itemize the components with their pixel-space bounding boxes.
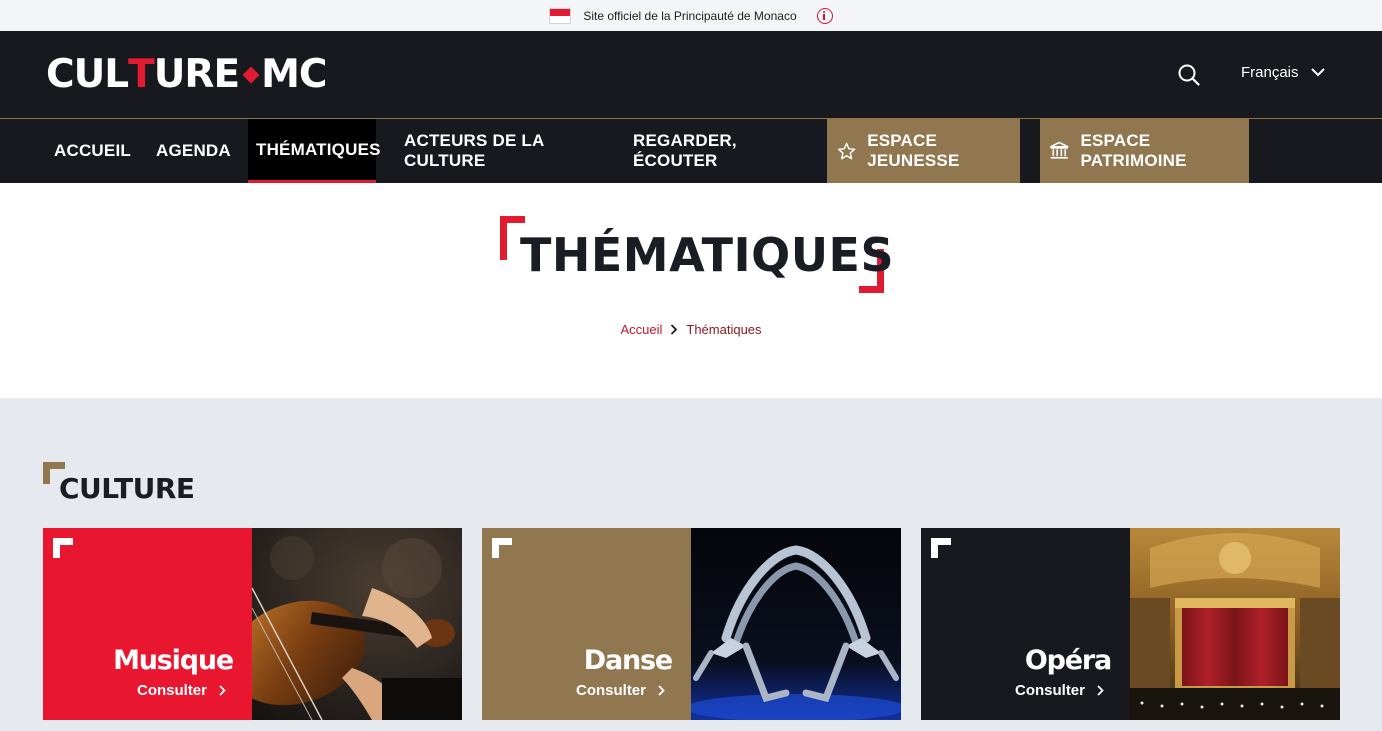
museum-icon (1049, 141, 1069, 159)
violin-photo (252, 528, 462, 720)
logo-text: MC (261, 52, 327, 97)
chevron-right-icon (658, 685, 665, 696)
info-icon[interactable] (816, 7, 833, 24)
official-site-bar: Site officiel de la Principauté de Monac… (0, 0, 1382, 31)
search-button[interactable] (1178, 64, 1200, 86)
card-title: Musique (113, 645, 234, 676)
nav-item-label: THÉMATIQUES (256, 139, 381, 159)
dancers-photo (691, 528, 901, 720)
consult-link[interactable]: Consulter (137, 682, 226, 699)
language-label: Français (1241, 64, 1299, 81)
card-title: Danse (583, 645, 673, 676)
chevron-right-icon (671, 324, 678, 335)
nav-item-agenda[interactable]: AGENDA (145, 119, 234, 183)
breadcrumb-current: Thématiques (686, 322, 762, 337)
search-icon (1178, 64, 1200, 86)
corner-accent-icon (492, 538, 512, 558)
logo-text: CUL (46, 52, 129, 97)
nav-item-espace-jeunesse[interactable]: ESPACE JEUNESSE (827, 119, 1020, 183)
nav-item-label: ESPACE JEUNESSE (867, 131, 960, 170)
official-site-text: Site officiel de la Principauté de Monac… (583, 8, 797, 23)
nav-item-accueil[interactable]: ACCUEIL (43, 119, 132, 183)
nav-item-label: ACCUEIL (54, 141, 131, 160)
chevron-down-icon (1310, 68, 1325, 77)
diamond-icon (242, 66, 260, 84)
breadcrumb: Accueil Thématiques (0, 322, 1382, 337)
nav-item-label: ESPACE PATRIMOINE (1080, 131, 1187, 170)
card-panel: Musique Consulter (43, 528, 252, 720)
card-opera[interactable]: Opéra Consulter (921, 528, 1340, 720)
logo-text: URE (153, 52, 240, 97)
nav-item-thematiques[interactable]: THÉMATIQUES (248, 119, 380, 183)
card-musique[interactable]: Musique Consulter (43, 528, 462, 720)
consult-link[interactable]: Consulter (1015, 682, 1104, 699)
corner-accent-icon (931, 538, 951, 558)
consult-link-label: Consulter (575, 682, 646, 699)
nav-item-regarder-ecouter[interactable]: REGARDER, ÉCOUTER (622, 119, 812, 183)
card-panel: Danse Consulter (482, 528, 691, 720)
nav-item-label: ACTEURS DE LA CULTURE (404, 131, 544, 170)
section-title: CULTURE (59, 472, 195, 505)
card-danse[interactable]: Danse Consulter (482, 528, 901, 720)
nav-item-espace-patrimoine[interactable]: ESPACE PATRIMOINE (1040, 119, 1249, 183)
main-nav: ACCUEIL AGENDA THÉMATIQUES ACTEURS DE LA… (0, 119, 1382, 183)
card-title: Opéra (1024, 645, 1112, 676)
site-header: CUL T URE MC Français (0, 31, 1382, 118)
logo-text-accent: T (128, 52, 155, 97)
language-selector[interactable]: Français (1241, 64, 1325, 81)
corner-accent-icon (53, 538, 73, 558)
chevron-right-icon (219, 685, 226, 696)
section-heading: CULTURE (43, 462, 243, 506)
breadcrumb-home-link[interactable]: Accueil (620, 322, 662, 337)
consult-link[interactable]: Consulter (576, 682, 665, 699)
card-panel: Opéra Consulter (921, 528, 1130, 720)
culture-mc-logo[interactable]: CUL T URE MC (46, 52, 328, 97)
consult-link-label: Consulter (136, 682, 207, 699)
page-title: THÉMATIQUES (520, 228, 895, 282)
nav-item-label: AGENDA (156, 141, 231, 160)
nav-item-acteurs[interactable]: ACTEURS DE LA CULTURE (393, 119, 613, 183)
chevron-right-icon (1097, 685, 1104, 696)
monaco-flag-icon (549, 7, 572, 24)
page-title-block: THÉMATIQUES (500, 216, 894, 293)
opera-hall-photo (1130, 528, 1340, 720)
page-header: THÉMATIQUES Accueil Thématiques (0, 183, 1382, 398)
nav-item-label: REGARDER, ÉCOUTER (633, 131, 737, 170)
star-icon (837, 142, 856, 159)
consult-link-label: Consulter (1014, 682, 1085, 699)
